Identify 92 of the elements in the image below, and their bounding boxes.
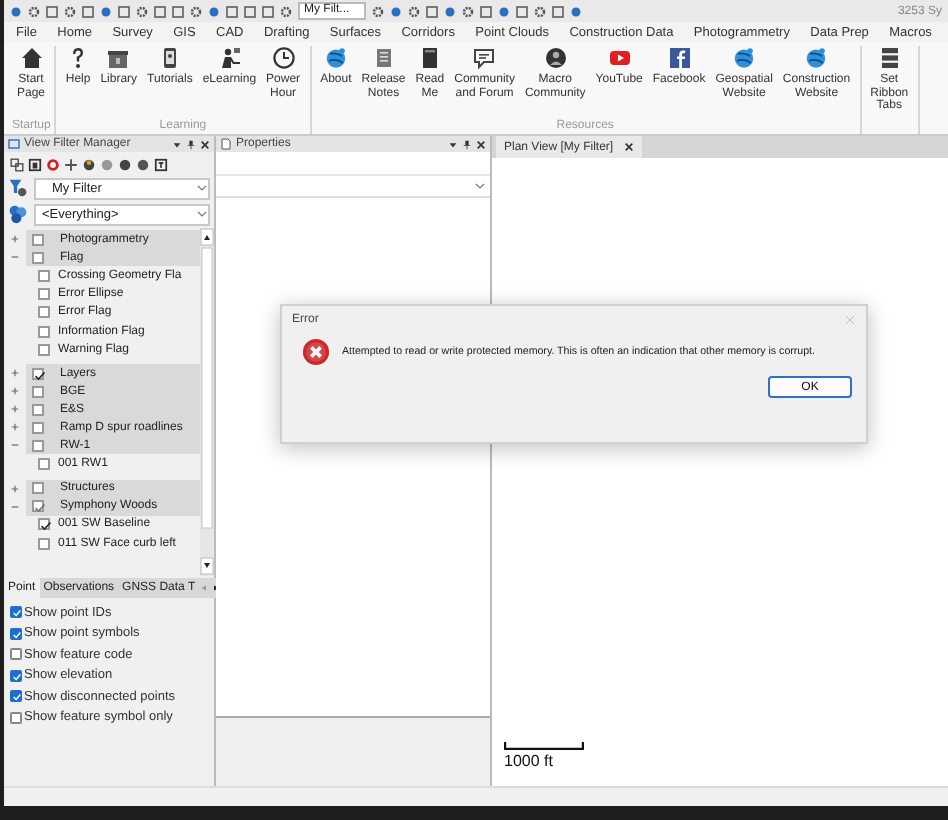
- caret-icon[interactable]: [196, 208, 208, 220]
- checkbox[interactable]: [32, 233, 44, 245]
- pin-icon[interactable]: [462, 139, 472, 149]
- circle-icon[interactable]: [10, 5, 22, 17]
- check-icon: [12, 608, 22, 618]
- square-icon[interactable]: [46, 5, 58, 17]
- gear-icon[interactable]: [408, 5, 420, 17]
- checkbox[interactable]: [38, 458, 50, 471]
- plus-icon[interactable]: [64, 157, 78, 171]
- checkbox[interactable]: [32, 500, 44, 513]
- house-icon: [19, 46, 43, 70]
- caret-icon[interactable]: [474, 180, 486, 192]
- square-icon[interactable]: [154, 5, 166, 17]
- checkbox[interactable]: [10, 606, 22, 618]
- checkbox[interactable]: [38, 269, 50, 282]
- error-icon: [302, 338, 330, 366]
- checkbox[interactable]: [32, 251, 44, 263]
- square-icon[interactable]: [262, 5, 274, 17]
- gear-icon[interactable]: [190, 5, 202, 17]
- gear-icon[interactable]: [136, 5, 148, 17]
- close-icon[interactable]: [476, 139, 486, 149]
- checkbox[interactable]: [38, 287, 50, 300]
- square-icon[interactable]: [516, 5, 528, 17]
- checkbox[interactable]: [32, 439, 44, 452]
- close-icon[interactable]: [200, 139, 210, 149]
- checkbox[interactable]: [38, 537, 50, 550]
- copy-icon[interactable]: [10, 157, 24, 171]
- checkbox[interactable]: [38, 306, 50, 319]
- square-icon[interactable]: [226, 5, 238, 17]
- box-icon: [106, 46, 131, 70]
- square-icon[interactable]: [426, 5, 438, 17]
- gear-icon[interactable]: [280, 5, 292, 17]
- circle-icon[interactable]: [100, 5, 112, 17]
- checkbox[interactable]: [10, 648, 22, 661]
- gear-icon[interactable]: [64, 5, 76, 17]
- checkbox[interactable]: [32, 421, 44, 434]
- globe-icon: [732, 46, 757, 70]
- circle-icon[interactable]: [208, 5, 220, 17]
- person-icon: [217, 46, 242, 70]
- checkbox[interactable]: [32, 482, 44, 495]
- gear-icon[interactable]: [534, 5, 546, 17]
- book-icon: [417, 46, 442, 70]
- square-icon[interactable]: [172, 5, 184, 17]
- checkbox[interactable]: [32, 385, 44, 398]
- scrollbar[interactable]: [200, 228, 214, 576]
- expand-icon[interactable]: [10, 404, 20, 415]
- globe-icon: [804, 46, 829, 70]
- square-icon[interactable]: [118, 5, 130, 17]
- document-icon: [371, 46, 396, 70]
- gear-icon[interactable]: [28, 5, 40, 17]
- circle-icon[interactable]: [390, 5, 402, 17]
- circle-icon[interactable]: [498, 5, 510, 17]
- caret-icon[interactable]: [196, 182, 208, 194]
- circle-icon[interactable]: [570, 5, 582, 17]
- circle-icon[interactable]: [444, 5, 456, 17]
- checkbox[interactable]: [32, 367, 44, 380]
- checkbox[interactable]: [38, 343, 50, 356]
- checkbox[interactable]: [10, 669, 22, 682]
- globe-icon: [323, 46, 348, 70]
- square-icon[interactable]: [480, 5, 492, 17]
- person-circle-icon: [543, 46, 568, 70]
- filter-icon[interactable]: [8, 178, 28, 198]
- chat-icon: [472, 46, 497, 70]
- stack-icon: [877, 46, 902, 70]
- expand-icon[interactable]: [10, 422, 20, 433]
- gear-icon[interactable]: [372, 5, 384, 17]
- stop-icon[interactable]: [46, 157, 60, 171]
- check-icon: [34, 369, 46, 382]
- property-field[interactable]: [216, 176, 490, 198]
- layers-icon[interactable]: [8, 204, 28, 224]
- expand-icon[interactable]: [10, 368, 20, 379]
- clock-icon: [271, 46, 296, 70]
- square-icon[interactable]: [552, 5, 564, 17]
- panel-icon: [8, 138, 20, 150]
- expand-icon[interactable]: [10, 386, 20, 397]
- square-icon[interactable]: [82, 5, 94, 17]
- close-icon[interactable]: [623, 142, 634, 152]
- checkbox[interactable]: [10, 690, 22, 703]
- scale-bar: [504, 742, 584, 750]
- checkbox[interactable]: [32, 403, 44, 416]
- frame-icon[interactable]: [154, 157, 168, 171]
- square-icon[interactable]: [244, 5, 256, 17]
- expand-icon[interactable]: [10, 234, 20, 244]
- checkbox[interactable]: [10, 711, 22, 724]
- gear-icon[interactable]: [462, 5, 474, 17]
- checkbox[interactable]: [38, 518, 50, 531]
- frame-icon[interactable]: [28, 157, 42, 171]
- scale-label: 1000 ft: [504, 752, 553, 770]
- checkbox[interactable]: [38, 325, 50, 338]
- pin-icon[interactable]: [186, 139, 196, 149]
- expand-icon[interactable]: [10, 483, 20, 494]
- checkbox[interactable]: [10, 627, 22, 640]
